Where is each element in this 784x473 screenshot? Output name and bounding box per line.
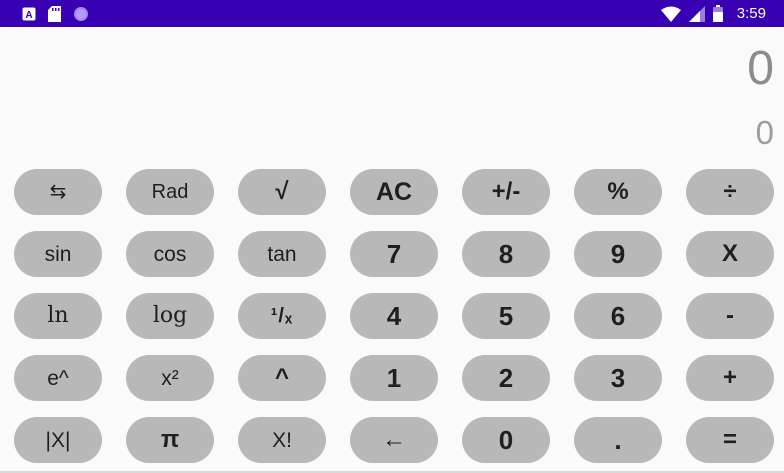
ln-button[interactable]: ln (14, 293, 102, 339)
status-bar: A 3:59 (0, 0, 784, 27)
circle-dot-icon (73, 6, 89, 22)
digit-6-button[interactable]: 6 (574, 293, 662, 339)
sin-button[interactable]: sin (14, 231, 102, 277)
rad-button[interactable]: Rad (126, 169, 214, 215)
log-button[interactable]: log (126, 293, 214, 339)
keypad: ⇆ Rad √ AC +/- % ÷ sin cos tan 7 8 9 X l… (14, 169, 774, 465)
status-time: 3:59 (736, 5, 766, 22)
sqrt-button[interactable]: √ (238, 169, 326, 215)
battery-icon (712, 5, 723, 22)
abs-button[interactable]: |X| (14, 417, 102, 463)
negate-button[interactable]: +/- (462, 169, 550, 215)
backspace-button[interactable]: ← (350, 417, 438, 463)
digit-0-button[interactable]: 0 (462, 417, 550, 463)
notification-a-icon: A (22, 7, 36, 21)
add-button[interactable]: + (686, 355, 774, 401)
swap-button[interactable]: ⇆ (14, 169, 102, 215)
cos-button[interactable]: cos (126, 231, 214, 277)
equals-button[interactable]: = (686, 417, 774, 463)
sd-card-icon (48, 5, 61, 22)
wifi-icon (660, 6, 681, 22)
digit-4-button[interactable]: 4 (350, 293, 438, 339)
svg-text:A: A (25, 10, 32, 21)
status-left-icons: A (22, 5, 89, 22)
divide-button[interactable]: ÷ (686, 169, 774, 215)
multiply-button[interactable]: X (686, 231, 774, 277)
status-right-icons: 3:59 (660, 0, 766, 27)
subtract-button[interactable]: - (686, 293, 774, 339)
backspace-icon: ← (382, 426, 406, 453)
decimal-button[interactable]: . (574, 417, 662, 463)
calculator-screen: A 3:59 0 0 ⇆ Rad √ AC +/- % ÷ sin cos ta… (0, 0, 784, 473)
clear-button[interactable]: AC (350, 169, 438, 215)
display-secondary-value: 0 (755, 114, 774, 151)
calculator-display: 0 0 (0, 27, 784, 164)
digit-9-button[interactable]: 9 (574, 231, 662, 277)
percent-button[interactable]: % (574, 169, 662, 215)
digit-7-button[interactable]: 7 (350, 231, 438, 277)
power-button[interactable]: ^ (238, 355, 326, 401)
digit-2-button[interactable]: 2 (462, 355, 550, 401)
digit-1-button[interactable]: 1 (350, 355, 438, 401)
tan-button[interactable]: tan (238, 231, 326, 277)
swap-icon: ⇆ (49, 181, 67, 203)
digit-8-button[interactable]: 8 (462, 231, 550, 277)
factorial-button[interactable]: X! (238, 417, 326, 463)
signal-icon (688, 5, 705, 22)
exp-button[interactable]: e^ (14, 355, 102, 401)
display-main-value: 0 (747, 42, 774, 95)
digit-3-button[interactable]: 3 (574, 355, 662, 401)
reciprocal-button[interactable]: ¹/ₓ (238, 293, 326, 339)
digit-5-button[interactable]: 5 (462, 293, 550, 339)
square-button[interactable]: x² (126, 355, 214, 401)
pi-button[interactable]: π (126, 417, 214, 463)
